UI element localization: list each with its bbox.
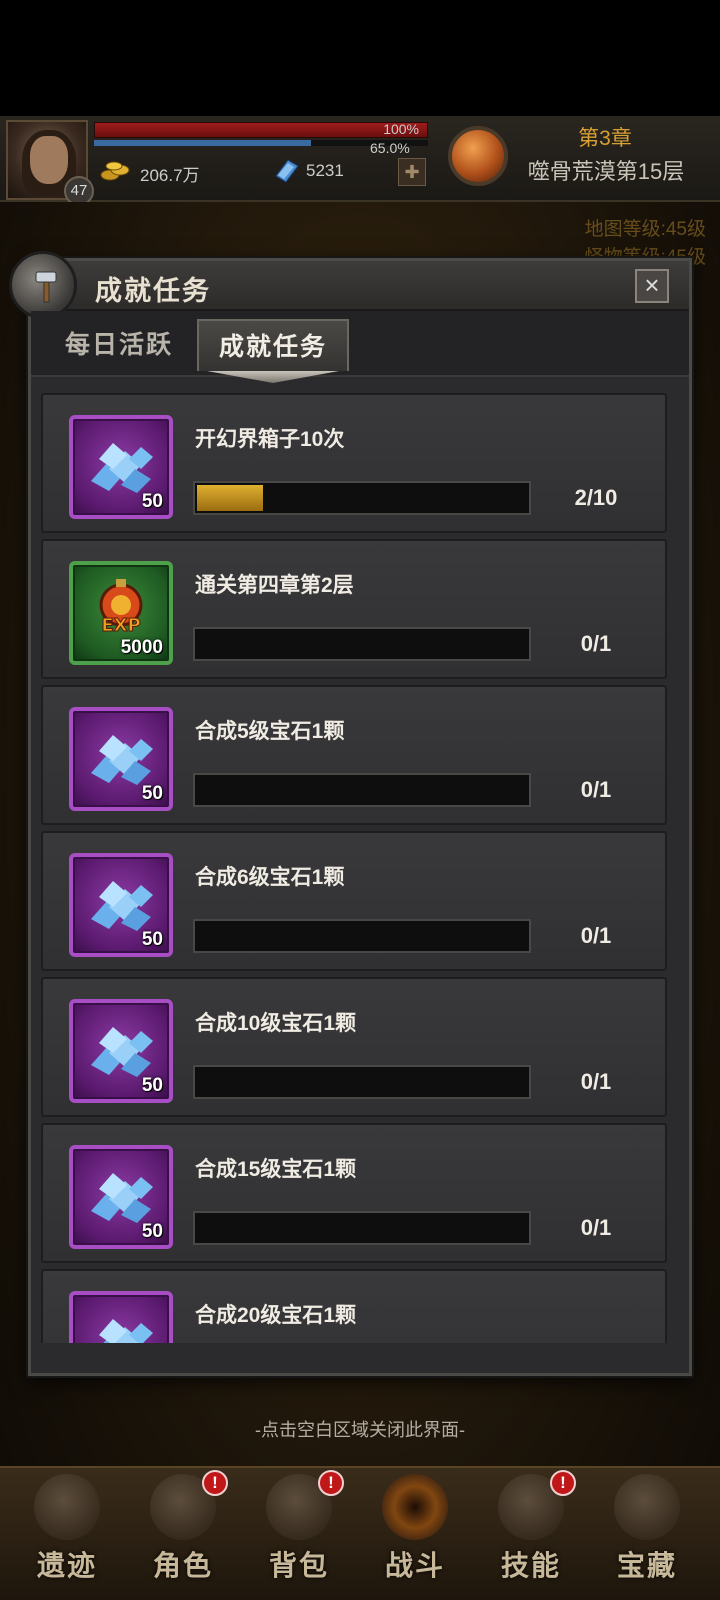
- nav-item-ruins[interactable]: 遗迹: [12, 1468, 122, 1600]
- notification-badge: !: [550, 1470, 576, 1496]
- diamond-pile-icon: [91, 1173, 153, 1223]
- nav-item-character[interactable]: ! 角色: [128, 1468, 238, 1600]
- chapter-orb-icon[interactable]: [448, 126, 508, 186]
- reward-item[interactable]: 50: [69, 415, 173, 519]
- nav-item-backpack[interactable]: ! 背包: [244, 1468, 354, 1600]
- reward-item[interactable]: 50: [69, 1145, 173, 1249]
- notification-badge: !: [318, 1470, 344, 1496]
- diamond-pile-icon: [91, 1027, 153, 1077]
- reward-item[interactable]: 50: [69, 853, 173, 957]
- svg-text:EXP: EXP: [101, 615, 140, 636]
- hp-bar: 100%: [94, 121, 428, 138]
- hammer-emblem-icon: [9, 251, 77, 319]
- task-row: 50 合成6级宝石1颗 0/1: [41, 831, 667, 971]
- status-bar-area: [0, 0, 720, 116]
- task-row: 50 合成15级宝石1颗 0/1: [41, 1123, 667, 1263]
- ruins-icon: [34, 1474, 100, 1540]
- reward-item[interactable]: [69, 1291, 173, 1343]
- buff-icon[interactable]: ✚: [398, 158, 426, 186]
- task-title: 合成10级宝石1颗: [195, 1012, 357, 1035]
- task-progress-bar: [193, 481, 531, 515]
- battle-portal-icon: [382, 1474, 448, 1540]
- exp-potion-icon: EXP: [99, 579, 143, 637]
- diamond-pile-icon: [91, 443, 153, 493]
- panel-header: 成就任务 ×: [9, 251, 689, 319]
- close-button[interactable]: ×: [635, 269, 669, 303]
- task-progress-bar: [193, 773, 531, 807]
- task-progress-text: 0/1: [580, 631, 612, 656]
- bottom-nav: 遗迹 ! 角色 ! 背包 战斗 ! 技能 宝藏: [0, 1466, 720, 1600]
- nav-item-skills[interactable]: ! 技能: [476, 1468, 586, 1600]
- stage-label: 噬骨荒漠第15层: [527, 159, 685, 184]
- task-progress-text: 0/1: [580, 777, 612, 802]
- reward-count: 50: [141, 783, 163, 804]
- chapter-label: 第3章: [578, 127, 632, 150]
- exp-bar-fill: [94, 140, 312, 146]
- reward-count: 50: [141, 929, 163, 950]
- task-progress-bar: [193, 919, 531, 953]
- tab-bar: 每日活跃 成就任务: [31, 311, 689, 377]
- task-progress-bar: [193, 1065, 531, 1099]
- nav-label: 技能: [500, 1550, 561, 1581]
- task-progress-bar: [193, 1211, 531, 1245]
- treasure-chest-icon: [614, 1474, 680, 1540]
- close-hint-text: -点击空白区域关闭此界面-: [255, 1420, 465, 1440]
- task-progress-text: 0/1: [580, 1069, 612, 1094]
- reward-count: 5000: [120, 637, 163, 658]
- player-hud: 47 100% 65.0% 206.7万 5231 ✚ 第3章 噬骨荒漠第15层: [0, 116, 720, 206]
- nav-label: 战斗: [384, 1550, 445, 1581]
- task-progress-text: 2/10: [574, 485, 618, 510]
- gold-coin-icon: [100, 161, 130, 181]
- task-progress-text: 0/1: [580, 1215, 612, 1240]
- nav-label: 宝藏: [616, 1550, 677, 1581]
- reward-item[interactable]: 50: [69, 999, 173, 1103]
- diamond-pile-icon: [91, 881, 153, 931]
- reward-count: 50: [141, 491, 163, 512]
- gold-amount: 206.7万: [140, 166, 200, 185]
- reward-count: 50: [141, 1075, 163, 1096]
- task-title: 合成20级宝石1颗: [195, 1304, 357, 1327]
- task-title: 合成15级宝石1颗: [195, 1158, 357, 1181]
- exp-percent-text: 65.0%: [370, 140, 410, 156]
- notification-badge: !: [202, 1470, 228, 1496]
- gem-amount: 5231: [306, 161, 344, 180]
- task-progress-text: 0/1: [580, 923, 612, 948]
- task-row: 50 合成5级宝石1颗 0/1: [41, 685, 667, 825]
- nav-label: 角色: [152, 1550, 213, 1581]
- panel-title: 成就任务: [95, 276, 211, 306]
- task-progress-fill: [197, 485, 263, 511]
- hp-percent-text: 100%: [383, 121, 419, 137]
- nav-item-treasure[interactable]: 宝藏: [592, 1468, 702, 1600]
- reward-item[interactable]: 50: [69, 707, 173, 811]
- diamond-pile-icon: [91, 735, 153, 785]
- tab-daily-activity[interactable]: 每日活跃: [49, 319, 189, 371]
- hp-bar-fill: [95, 123, 427, 137]
- reward-item[interactable]: EXP 5000: [69, 561, 173, 665]
- tab-achievement-tasks[interactable]: 成就任务: [197, 319, 349, 371]
- task-title: 合成5级宝石1颗: [195, 720, 345, 743]
- task-title: 合成6级宝石1颗: [195, 866, 345, 889]
- task-list[interactable]: 50 开幻界箱子10次 2/10 EXP 5000 通关第四章第2层 0/1 5…: [41, 393, 679, 1343]
- task-row: EXP 5000 通关第四章第2层 0/1: [41, 539, 667, 679]
- avatar-face: [30, 136, 68, 184]
- task-row: 合成20级宝石1颗: [41, 1269, 667, 1343]
- nav-label: 背包: [268, 1550, 329, 1581]
- diamond-pile-icon: [99, 1319, 153, 1343]
- blue-gem-icon: [275, 159, 299, 183]
- task-row: 50 合成10级宝石1颗 0/1: [41, 977, 667, 1117]
- nav-label: 遗迹: [36, 1550, 97, 1581]
- task-row: 50 开幻界箱子10次 2/10: [41, 393, 667, 533]
- task-progress-bar: [193, 627, 531, 661]
- task-title: 通关第四章第2层: [195, 574, 354, 597]
- nav-item-battle[interactable]: 战斗: [360, 1468, 470, 1600]
- achievement-panel: 成就任务 × 每日活跃 成就任务 50 开幻界箱子10次 2/10 EXP 50…: [9, 251, 692, 1376]
- task-title: 开幻界箱子10次: [195, 428, 345, 451]
- reward-count: 50: [141, 1221, 163, 1242]
